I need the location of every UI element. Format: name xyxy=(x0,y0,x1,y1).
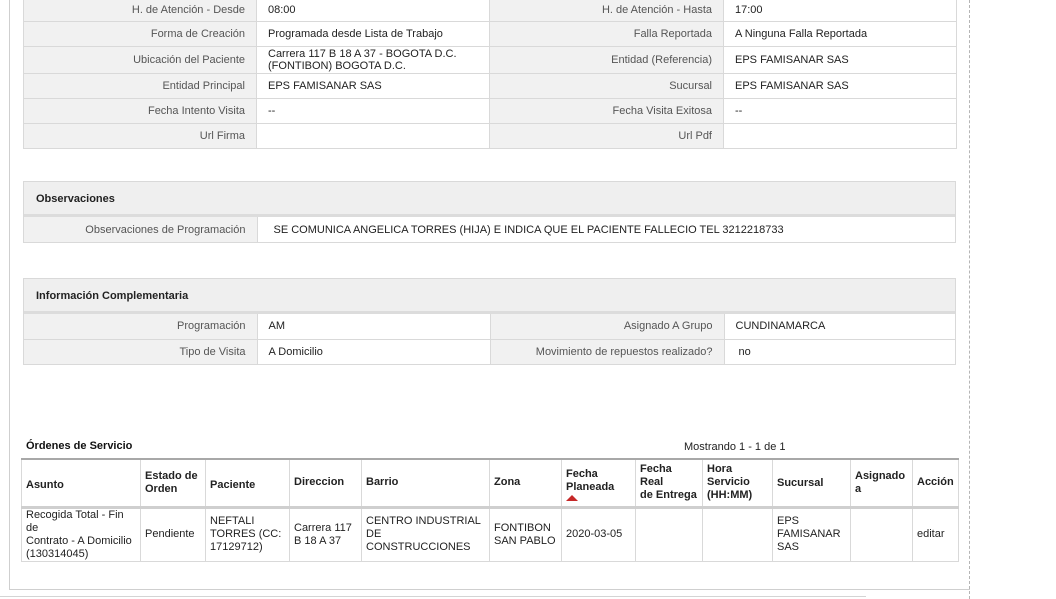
field-label: Asignado A Grupo xyxy=(490,314,725,339)
observaciones-value: SE COMUNICA ANGELICA TORRES (HIJA) E IND… xyxy=(257,217,955,242)
field-label: Falla Reportada xyxy=(489,21,724,47)
field-value xyxy=(723,123,957,149)
detail-row: H. de Atención - Desde 08:00 H. de Atenc… xyxy=(23,0,957,22)
cell-asunto: Recogida Total - Fin de Contrato - A Dom… xyxy=(21,506,141,562)
complementaria-table: Programación AM Asignado A Grupo CUNDINA… xyxy=(24,314,955,364)
complementaria-title: Información Complementaria xyxy=(24,279,955,314)
orders-table: Asunto Estado de Orden Paciente Direccio… xyxy=(21,458,959,562)
address-line-2: (FONTIBON) BOGOTA D.C. xyxy=(268,60,406,72)
field-label: Entidad Principal xyxy=(23,73,257,99)
field-label: Forma de Creación xyxy=(23,21,257,47)
cell-accion: editar xyxy=(912,506,959,562)
cell-sucursal: EPS FAMISANAR SAS xyxy=(772,506,851,562)
field-value: 08:00 xyxy=(256,0,490,22)
col-paciente[interactable]: Paciente xyxy=(205,458,290,509)
cell-fecha-planeada: 2020-03-05 xyxy=(561,506,636,562)
field-value xyxy=(256,123,490,149)
table-row: Recogida Total - Fin de Contrato - A Dom… xyxy=(21,506,959,562)
field-label: Tipo de Visita xyxy=(24,338,258,364)
cell-paciente: NEFTALI TORRES (CC: 17129712) xyxy=(205,506,290,562)
field-label: Movimiento de repuestos realizado? xyxy=(490,338,725,364)
col-zona[interactable]: Zona xyxy=(489,458,562,509)
detail-table: H. de Atención - Desde 08:00 H. de Atenc… xyxy=(23,0,957,149)
complementaria-panel: Información Complementaria Programación … xyxy=(23,278,956,365)
field-label: H. de Atención - Desde xyxy=(23,0,257,22)
field-label: H. de Atención - Hasta xyxy=(489,0,724,22)
cell-hora-servicio xyxy=(702,506,773,562)
detail-row: Url Firma Url Pdf xyxy=(23,123,957,149)
col-fecha-planeada[interactable]: Fecha Planeada xyxy=(561,458,636,509)
col-sucursal[interactable]: Sucursal xyxy=(772,458,851,509)
col-hora-servicio[interactable]: Hora Servicio (HH:MM) xyxy=(702,458,773,509)
cell-barrio: CENTRO INDUSTRIAL DE CONSTRUCCIONES xyxy=(361,506,490,562)
observaciones-table: Observaciones de Programación SE COMUNIC… xyxy=(24,217,955,242)
col-barrio[interactable]: Barrio xyxy=(361,458,490,509)
col-asunto[interactable]: Asunto xyxy=(21,458,141,509)
detail-row: Entidad Principal EPS FAMISANAR SAS Sucu… xyxy=(23,73,957,99)
address-line-1: Carrera 117 B 18 A 37 - BOGOTA D.C. xyxy=(268,48,457,60)
col-fecha-real[interactable]: Fecha Real de Entrega xyxy=(635,458,703,509)
field-value: 17:00 xyxy=(723,0,957,22)
complementaria-row: Programación AM Asignado A Grupo CUNDINA… xyxy=(24,314,955,339)
col-accion[interactable]: Acción xyxy=(912,458,959,509)
orders-count: Mostrando 1 - 1 de 1 xyxy=(684,441,786,453)
field-value: Programada desde Lista de Trabajo xyxy=(256,21,490,47)
field-label: Url Firma xyxy=(23,123,257,149)
field-value: no xyxy=(724,338,955,364)
orders-header-row: Asunto Estado de Orden Paciente Direccio… xyxy=(21,458,959,509)
complementaria-row: Tipo de Visita A Domicilio Movimiento de… xyxy=(24,338,955,364)
field-label: Sucursal xyxy=(489,73,724,99)
bottom-scrollbar-track xyxy=(0,596,866,597)
cell-fecha-real xyxy=(635,506,703,562)
edit-link[interactable]: editar xyxy=(917,528,945,540)
cell-asignado xyxy=(850,506,913,562)
sort-ascending-icon[interactable] xyxy=(566,495,578,501)
field-label: Ubicación del Paciente xyxy=(23,46,257,74)
field-value: CUNDINAMARCA xyxy=(724,314,955,339)
detail-row: Fecha Intento Visita -- Fecha Visita Exi… xyxy=(23,98,957,124)
observaciones-title: Observaciones xyxy=(24,182,955,217)
field-label: Entidad (Referencia) xyxy=(489,46,724,74)
cell-zona: FONTIBON SAN PABLO xyxy=(489,506,562,562)
col-estado[interactable]: Estado de Orden xyxy=(140,458,206,509)
detail-row: Forma de Creación Programada desde Lista… xyxy=(23,21,957,47)
field-label: Fecha Intento Visita xyxy=(23,98,257,124)
cell-estado: Pendiente xyxy=(140,506,206,562)
field-value: -- xyxy=(723,98,957,124)
orders-title: Órdenes de Servicio xyxy=(26,440,133,452)
col-direccion[interactable]: Direccion xyxy=(289,458,362,509)
field-label: Programación xyxy=(24,314,258,339)
field-value: A Domicilio xyxy=(257,338,491,364)
field-value: EPS FAMISANAR SAS xyxy=(256,73,490,99)
field-value: AM xyxy=(257,314,491,339)
dashed-divider xyxy=(969,0,970,599)
observaciones-panel: Observaciones Observaciones de Programac… xyxy=(23,181,956,243)
cell-direccion: Carrera 117 B 18 A 37 xyxy=(289,506,362,562)
observaciones-row: Observaciones de Programación SE COMUNIC… xyxy=(24,217,955,242)
field-value: EPS FAMISANAR SAS xyxy=(723,46,957,74)
col-asignado[interactable]: Asignado a xyxy=(850,458,913,509)
field-value: -- xyxy=(256,98,490,124)
field-label: Fecha Visita Exitosa xyxy=(489,98,724,124)
field-value: Carrera 117 B 18 A 37 - BOGOTA D.C. (FON… xyxy=(256,46,490,74)
field-value: A Ninguna Falla Reportada xyxy=(723,21,957,47)
observaciones-label: Observaciones de Programación xyxy=(24,217,258,242)
detail-row: Ubicación del Paciente Carrera 117 B 18 … xyxy=(23,46,957,74)
field-label: Url Pdf xyxy=(489,123,724,149)
field-value: EPS FAMISANAR SAS xyxy=(723,73,957,99)
